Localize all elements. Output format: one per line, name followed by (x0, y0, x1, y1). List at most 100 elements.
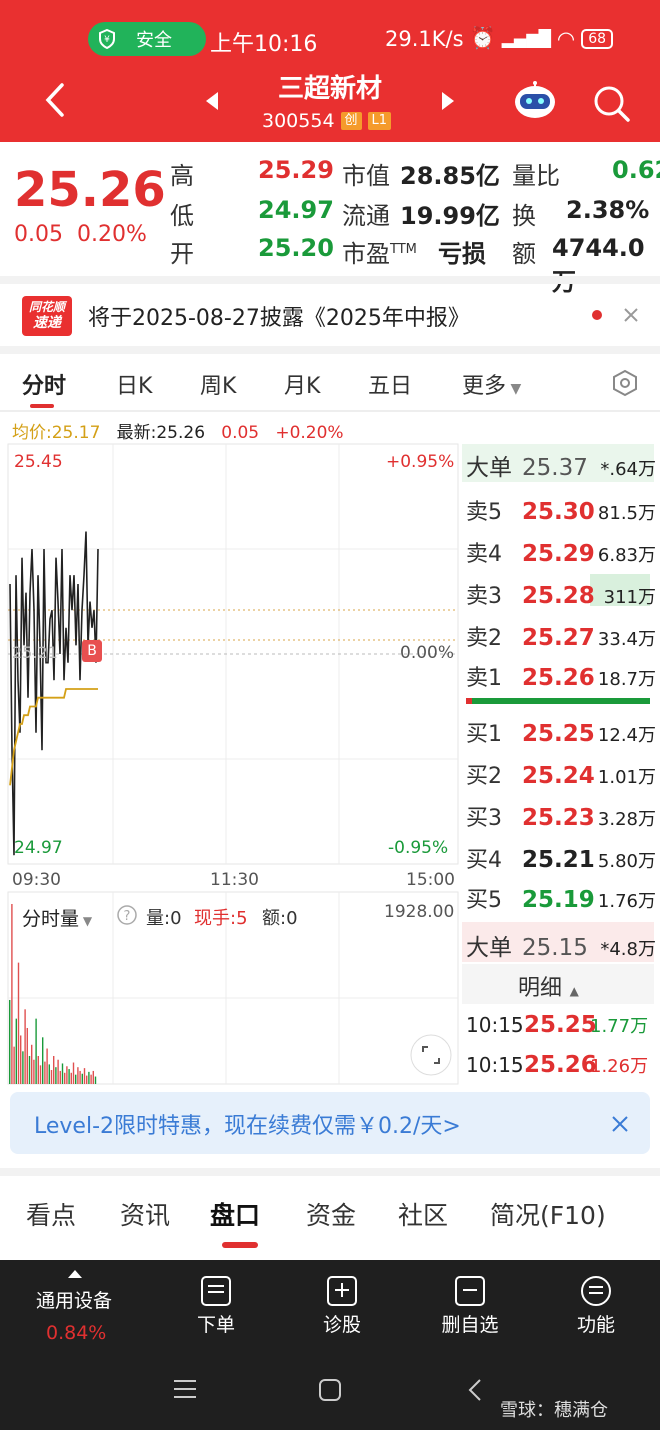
level2-promo-text: Level-2限时特惠，现在续费仅需￥0.2/天> (34, 1114, 461, 1139)
ask-label: 卖1 (466, 666, 502, 691)
volume-bar (37, 1055, 39, 1084)
order-button[interactable]: 下单 (196, 1272, 236, 1337)
diagnose-button[interactable]: 诊股 (322, 1272, 362, 1337)
bid-row[interactable]: 买4 25.21 5.80万 (466, 842, 656, 874)
ask-label: 卖2 (466, 626, 502, 651)
volume-bar (33, 1059, 35, 1084)
tab-highlights[interactable]: 看点 (26, 1196, 76, 1232)
watermark: 雪球：穗满仓 (500, 1400, 608, 1421)
volume-bar (48, 1064, 50, 1084)
stock-name: 三超新材 (277, 74, 382, 104)
big-sell-price: 25.37 (522, 455, 588, 481)
ask-row[interactable]: 卖1 25.26 18.7万 (466, 660, 656, 692)
bid-row[interactable]: 买5 25.19 1.76万 (466, 882, 656, 914)
avg-price-line (9, 688, 98, 786)
bid-row[interactable]: 买2 25.24 1.01万 (466, 758, 656, 790)
volume-bar (88, 1071, 90, 1084)
volume-bar (94, 1076, 97, 1084)
ask-price: 25.29 (522, 541, 595, 567)
volume-bar (24, 1009, 26, 1084)
tab-news[interactable]: 资讯 (120, 1196, 170, 1232)
recent-apps-icon[interactable] (172, 1378, 198, 1400)
volume-bar (79, 1070, 81, 1084)
tab-weekly-k[interactable]: 周K (200, 368, 236, 400)
volume-bar (68, 1069, 70, 1084)
volume-bar (46, 1048, 48, 1084)
low-value: 24.97 (258, 196, 334, 224)
functions-button[interactable]: 功能 (576, 1272, 616, 1337)
close-icon[interactable] (622, 306, 640, 324)
bid-row[interactable]: 买1 25.25 12.4万 (466, 716, 656, 748)
bid-price: 25.19 (522, 887, 595, 913)
big-buy-price: 25.15 (522, 935, 588, 961)
ask-vol: 6.83万 (597, 545, 656, 566)
board-tag: 创 (340, 112, 362, 130)
close-icon[interactable] (610, 1114, 630, 1134)
tab-more[interactable]: 更多 ▼ (462, 368, 521, 400)
volume-selector[interactable]: 分时量 ▼ (22, 904, 92, 931)
net-speed: 29.1K/s (385, 26, 464, 51)
change-value: 0.05 (14, 222, 63, 247)
pe-label: 市盈TTM (342, 234, 417, 269)
tab-community[interactable]: 社区 (398, 1196, 448, 1232)
bid-price: 25.23 (522, 805, 595, 831)
remove-watchlist-button[interactable]: 删自选 (440, 1272, 500, 1337)
header-bar: ¥ 安全 上午10:16 29.1K/s ⏰ ▂▄▆█ ◠ 68 三超新材 30… (0, 0, 660, 142)
robot-assistant-icon[interactable] (512, 80, 558, 122)
ask-row[interactable]: 卖2 25.27 33.4万 (466, 620, 656, 652)
home-icon[interactable] (318, 1378, 342, 1402)
tab-more-label: 更多 (462, 374, 507, 399)
tab-five-day[interactable]: 五日 (368, 368, 412, 400)
tick-price: 25.26 (524, 1052, 597, 1078)
wifi-icon: ◠ (556, 26, 576, 51)
caret-up-icon[interactable] (66, 1268, 84, 1280)
float-label: 流通 (342, 202, 390, 230)
search-icon[interactable] (592, 84, 632, 124)
volume-bar (50, 1069, 53, 1084)
bottom-dock: 通用设备 0.84% 下单 诊股 删自选 功能 雪球：穗满仓 (0, 1260, 660, 1430)
tab-orderbook[interactable]: 盘口 (210, 1196, 260, 1232)
bid-vol: 12.4万 (597, 725, 656, 746)
tab-daily-k[interactable]: 日K (116, 368, 152, 400)
settings-hexagon-icon[interactable] (610, 368, 640, 398)
system-back-icon[interactable] (466, 1378, 484, 1402)
buy-marker[interactable]: B (82, 640, 102, 662)
tab-funds[interactable]: 资金 (306, 1196, 356, 1232)
menu-circle-icon (581, 1276, 611, 1306)
tick-vol: 1.26万 (590, 1056, 649, 1077)
ask-vol: 311万 (603, 587, 656, 608)
volume-bar (39, 1065, 42, 1084)
bid-label: 买1 (466, 722, 502, 747)
bid-price: 25.25 (522, 721, 595, 747)
detail-label[interactable]: 明细 ▲ (518, 970, 579, 1002)
tab-intraday[interactable]: 分时 (22, 368, 66, 400)
ask-row[interactable]: 卖4 25.29 6.83万 (466, 536, 656, 568)
announcement-bar[interactable]: 同花顺 速递 将于2025-08-27披露《2025年中报》 (0, 286, 660, 344)
x-tick-open: 09:30 (12, 870, 61, 890)
volume-selector-label: 分时量 (22, 908, 80, 930)
minus-box-icon (455, 1276, 485, 1306)
security-badge[interactable]: ¥ 安全 (88, 22, 206, 56)
status-icons: 29.1K/s ⏰ ▂▄▆█ ◠ 68 (385, 26, 614, 51)
help-icon[interactable]: ? (116, 904, 138, 926)
tab-monthly-k[interactable]: 月K (284, 368, 320, 400)
level2-promo-banner[interactable]: Level-2限时特惠，现在续费仅需￥0.2/天> (10, 1092, 650, 1154)
security-label: 安全 (136, 30, 172, 51)
volume-bar (77, 1067, 79, 1084)
y-axis-bottom-label: 24.97 (14, 838, 63, 858)
volume-bar (44, 1061, 46, 1084)
ask-row[interactable]: 卖3 25.28 311万 (466, 578, 656, 610)
y-axis-right-bottom: -0.95% (388, 838, 449, 858)
bid-row[interactable]: 买3 25.23 3.28万 (466, 800, 656, 832)
tab-f10[interactable]: 简况(F10) (490, 1196, 606, 1232)
volume-bar (83, 1068, 86, 1084)
bid-price: 25.24 (522, 763, 595, 789)
ask-row[interactable]: 卖5 25.30 81.5万 (466, 494, 656, 526)
turnover-value: 2.38% (566, 196, 650, 224)
high-label: 高 (170, 162, 194, 190)
fullscreen-icon[interactable] (410, 1034, 452, 1076)
divider (0, 1168, 660, 1176)
intraday-chart[interactable] (0, 440, 460, 1088)
open-label: 开 (170, 240, 194, 268)
sector-label[interactable]: 通用设备 (36, 1286, 112, 1313)
